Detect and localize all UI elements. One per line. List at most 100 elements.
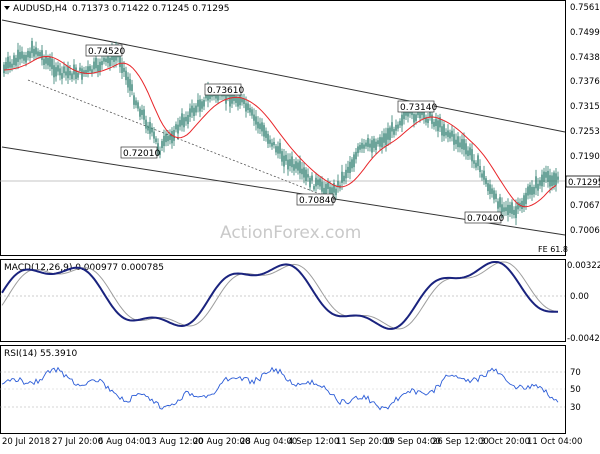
candle-body [15, 57, 17, 66]
candle-body [183, 117, 185, 128]
candle-body [155, 138, 157, 142]
candle-body [291, 156, 293, 168]
candle-body [179, 120, 181, 127]
candle-body [497, 201, 499, 209]
candle-body [385, 133, 387, 146]
candle-body [463, 139, 465, 150]
rsi-tick: 70 [570, 368, 581, 378]
candle-body [455, 139, 457, 145]
candle-body [125, 70, 127, 81]
candle-body [247, 103, 249, 111]
candle-body [173, 129, 175, 141]
candle-body [301, 168, 303, 175]
price-tick: 0.73150 [570, 102, 600, 112]
candle-body [25, 55, 27, 63]
candle-body [317, 179, 319, 186]
price-annotation: 0.70840 [296, 193, 336, 206]
candle-body [191, 105, 193, 113]
candle-body [483, 170, 485, 180]
candle-body [315, 177, 317, 187]
candle-body [109, 57, 111, 67]
candle-body [321, 181, 323, 192]
candle-body [493, 190, 495, 200]
candle-body [447, 130, 449, 137]
candle-body [453, 134, 455, 145]
candle-body [105, 58, 107, 63]
candle-body [13, 55, 15, 66]
candle-body [137, 102, 139, 109]
candle-body [499, 197, 501, 208]
rsi-title: RSI(14) 55.3910 [4, 349, 77, 359]
rsi-tick: 50 [570, 385, 581, 395]
candle-body [17, 49, 19, 62]
candle-body [335, 188, 337, 196]
candle-body [353, 154, 355, 168]
candle-body [187, 115, 189, 125]
candles-group [3, 37, 559, 226]
price-annotation: 0.74520 [85, 44, 125, 57]
candle-body [127, 76, 129, 88]
macd-tick: -0.004279 [567, 334, 600, 344]
candle-body [237, 97, 239, 107]
candle-body [553, 172, 555, 186]
candle-body [341, 171, 343, 183]
candle-body [467, 150, 469, 157]
candle-body [135, 100, 137, 106]
candle-body [95, 57, 97, 69]
candle-body [259, 123, 261, 130]
candle-body [147, 125, 149, 131]
candle-body [529, 184, 531, 195]
candle-body [489, 184, 491, 194]
candle-body [97, 65, 99, 72]
candle-body [29, 51, 31, 58]
candle-body [393, 129, 395, 135]
price-tick: 0.73765 [570, 77, 600, 87]
candle-body [229, 95, 231, 107]
annotation-low-2: 0.70840 [299, 196, 336, 206]
candle-body [185, 116, 187, 122]
candle-body [161, 141, 163, 148]
candle-body [349, 161, 351, 174]
annotation-high-2: 0.73610 [207, 86, 244, 96]
candle-body [251, 109, 253, 116]
candle-body [501, 204, 503, 213]
candle-body [287, 159, 289, 170]
rsi-tick: 30 [570, 403, 581, 413]
candle-body [433, 121, 435, 127]
candle-body [313, 186, 315, 190]
price-annotation: 0.70400 [464, 211, 504, 224]
candle-body [123, 67, 125, 72]
candle-body [293, 164, 295, 171]
candle-body [449, 132, 451, 139]
candle-body [143, 109, 145, 120]
current-price-label: 0.71295 [568, 178, 600, 188]
time-tick: 3 Oct 20:00 [480, 437, 530, 447]
price-tick: 0.75610 [570, 3, 600, 13]
candle-body [77, 72, 79, 78]
candle-body [387, 128, 389, 140]
moving-average-line [3, 55, 557, 208]
candle-body [327, 182, 329, 189]
candle-body [289, 159, 291, 167]
candle-body [269, 139, 271, 144]
annotation-low-3: 0.70400 [467, 214, 504, 224]
collapse-triangle-icon[interactable] [4, 6, 10, 10]
candle-body [469, 147, 471, 156]
candle-body [459, 142, 461, 148]
channel-upper-line [1, 19, 566, 133]
candle-body [397, 124, 399, 129]
candle-body [107, 56, 109, 64]
candle-body [273, 141, 275, 146]
candle-body [295, 161, 297, 169]
candle-body [71, 73, 73, 80]
candle-body [437, 120, 439, 132]
candle-body [541, 174, 543, 187]
candle-body [121, 63, 123, 73]
candle-body [285, 154, 287, 161]
candle-body [89, 66, 91, 71]
candle-body [7, 56, 9, 69]
candle-body [279, 142, 281, 154]
candle-body [373, 138, 375, 148]
candle-body [87, 66, 89, 73]
candle-body [527, 186, 529, 196]
